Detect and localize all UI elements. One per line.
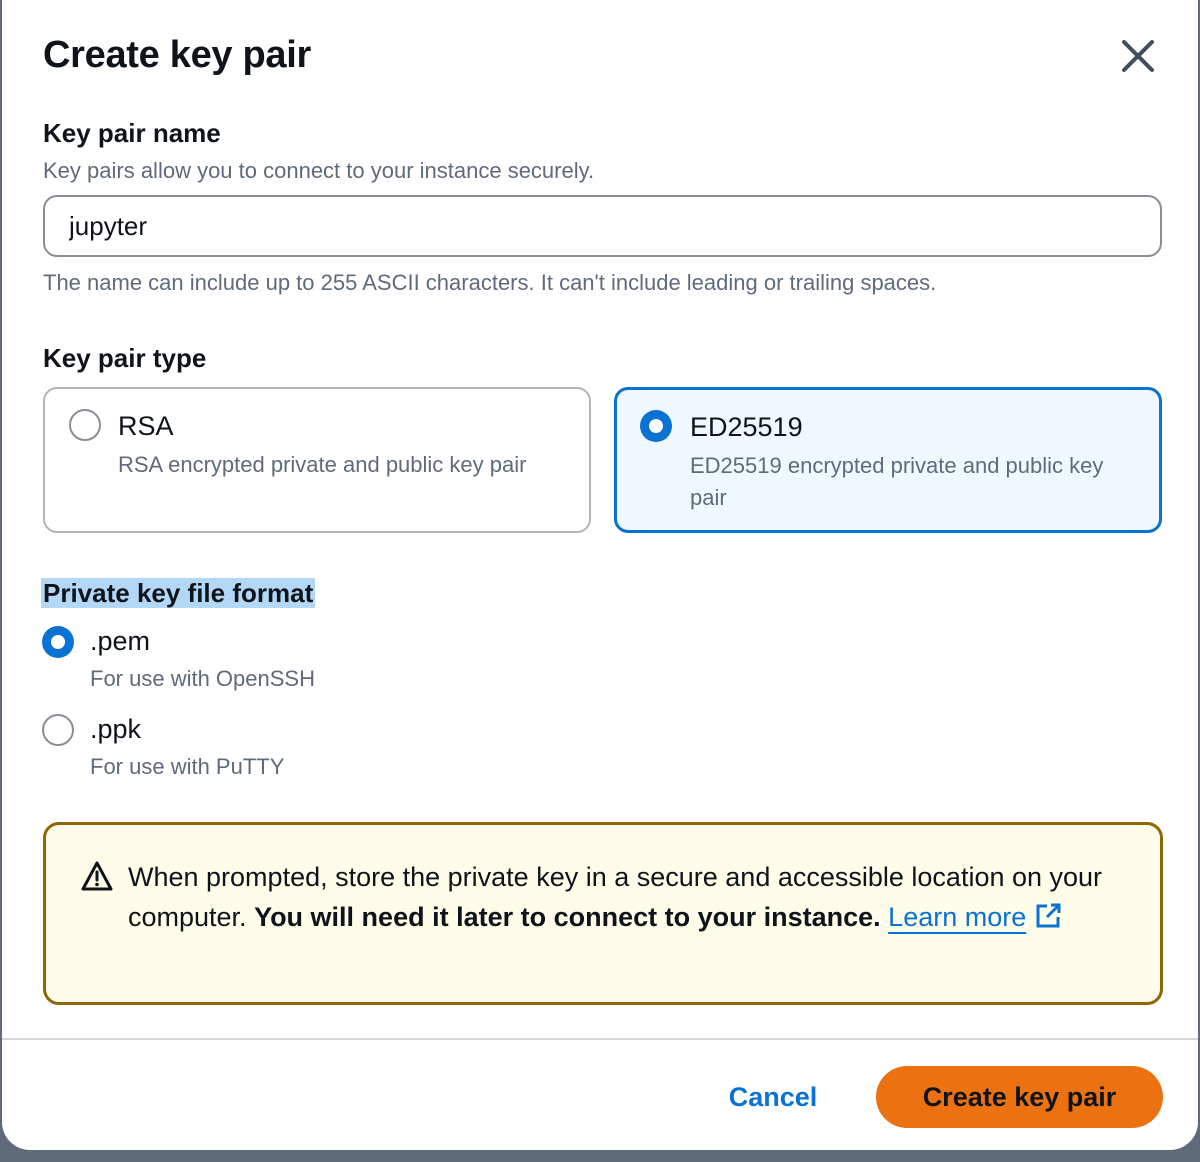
warning-text: When prompted, store the private key in … [128, 857, 1118, 937]
warning-alert: When prompted, store the private key in … [43, 822, 1163, 1005]
ppk-description: For use with PuTTY [90, 754, 285, 779]
learn-more-link[interactable]: Learn more [888, 902, 1062, 932]
pem-description: For use with OpenSSH [90, 666, 315, 691]
rsa-radio[interactable] [69, 409, 101, 441]
close-icon [1122, 40, 1154, 72]
warning-icon [81, 861, 113, 891]
ppk-radio[interactable] [42, 714, 74, 746]
key-name-label: Key pair name [43, 118, 221, 148]
pem-label[interactable]: .pem [90, 626, 150, 657]
file-format-label-text: Private key file format [41, 578, 316, 608]
cancel-button[interactable]: Cancel [718, 1066, 828, 1128]
rsa-description: RSA encrypted private and public key pai… [118, 452, 527, 477]
learn-more-label: Learn more [888, 902, 1027, 932]
footer-divider [2, 1038, 1198, 1040]
key-type-rsa-tile[interactable]: RSA RSA encrypted private and public key… [43, 387, 591, 533]
ppk-label[interactable]: .ppk [90, 714, 141, 745]
key-name-constraint: The name can include up to 255 ASCII cha… [43, 270, 937, 295]
create-key-pair-modal: Create key pair Key pair name Key pairs … [2, 0, 1198, 1150]
modal-title: Create key pair [43, 34, 311, 76]
ed25519-description: ED25519 encrypted private and public key… [690, 453, 1104, 510]
close-button[interactable] [1118, 36, 1158, 76]
key-name-input[interactable] [43, 195, 1162, 257]
pem-radio[interactable] [42, 626, 74, 658]
warning-bold-message: You will need it later to connect to you… [254, 902, 881, 932]
key-name-description: Key pairs allow you to connect to your i… [43, 158, 595, 183]
file-format-label: Private key file format [41, 578, 316, 609]
rsa-title: RSA [118, 411, 174, 441]
key-type-label: Key pair type [43, 343, 207, 373]
ed25519-title: ED25519 [690, 412, 803, 442]
ed25519-radio[interactable] [640, 410, 672, 442]
external-link-icon [1036, 903, 1061, 928]
key-type-ed25519-tile[interactable]: ED25519 ED25519 encrypted private and pu… [614, 387, 1162, 533]
create-key-pair-button[interactable]: Create key pair [876, 1066, 1163, 1128]
